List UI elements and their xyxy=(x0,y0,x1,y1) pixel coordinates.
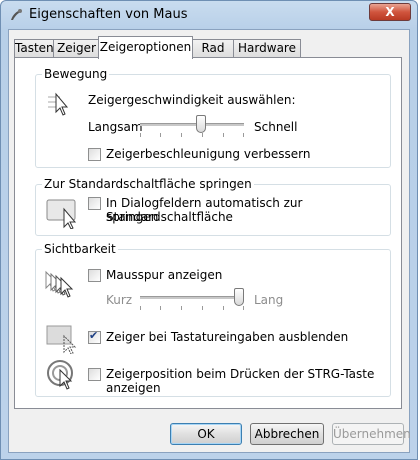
trail-length-slider[interactable] xyxy=(140,286,244,314)
group-sichtbarkeit: Sichtbarkeit Mausspur anzeigen Kurz Lang… xyxy=(35,242,391,397)
hide-pointer-icon xyxy=(46,325,77,354)
tab-rad[interactable]: Rad xyxy=(192,39,234,58)
slow-label: Langsam xyxy=(88,120,143,134)
snap-to-checkbox[interactable] xyxy=(88,197,101,210)
speed-slider-thumb[interactable] xyxy=(196,115,206,133)
legend-snap-to: Zur Standardschaltfläche springen xyxy=(42,177,254,191)
acceleration-label: Zeigerbeschleunigung verbessern xyxy=(106,147,311,161)
apply-button[interactable]: Übernehmen xyxy=(332,423,411,445)
tab-zeigeroptionen[interactable]: Zeigeroptionen xyxy=(98,36,193,59)
ok-button[interactable]: OK xyxy=(170,423,242,445)
hide-pointer-label: Zeiger bei Tastatureingaben ausblenden xyxy=(106,330,349,344)
speed-label: Zeigergeschwindigkeit auswählen: xyxy=(88,93,296,107)
cancel-button[interactable]: Abbrechen xyxy=(250,423,324,445)
acceleration-checkbox[interactable] xyxy=(88,148,101,161)
ctrl-locate-icon xyxy=(47,360,73,390)
group-snap-to: Zur Standardschaltfläche springen In Dia… xyxy=(35,177,391,236)
pointer-trail-icon xyxy=(45,270,74,298)
tab-panel-zeigeroptionen: Bewegung Zeigergeschwindigkeit auswählen… xyxy=(14,57,402,409)
group-bewegung: Bewegung Zeigergeschwindigkeit auswählen… xyxy=(35,67,391,168)
trail-slider-thumb[interactable] xyxy=(234,288,244,306)
window-title: Eigenschaften von Maus xyxy=(29,7,188,22)
trail-short-label: Kurz xyxy=(106,293,133,307)
snap-to-button-icon xyxy=(46,199,77,229)
close-button[interactable]: X xyxy=(369,3,411,21)
pointer-trail-checkbox[interactable] xyxy=(88,269,101,282)
title-bar: Eigenschaften von Maus X xyxy=(1,1,417,29)
mouse-icon xyxy=(11,9,22,20)
ctrl-locate-label: Zeigerposition beim Drücken der STRG-Tas… xyxy=(106,367,375,395)
tab-hardware[interactable]: Hardware xyxy=(233,39,301,58)
tab-zeiger[interactable]: Zeiger xyxy=(53,39,100,58)
hide-pointer-checkbox[interactable] xyxy=(88,329,101,344)
ctrl-locate-checkbox[interactable] xyxy=(88,368,101,381)
trail-long-label: Lang xyxy=(254,293,284,307)
pointer-speed-icon xyxy=(48,92,69,116)
pointer-trail-label: Mausspur anzeigen xyxy=(106,268,223,282)
snap-to-label-line2: springen xyxy=(106,210,159,224)
tab-tasten[interactable]: Tasten xyxy=(14,39,54,58)
fast-label: Schnell xyxy=(254,120,298,134)
legend-sichtbarkeit: Sichtbarkeit xyxy=(42,242,118,256)
legend-bewegung: Bewegung xyxy=(42,67,110,81)
speed-slider[interactable] xyxy=(140,113,244,141)
